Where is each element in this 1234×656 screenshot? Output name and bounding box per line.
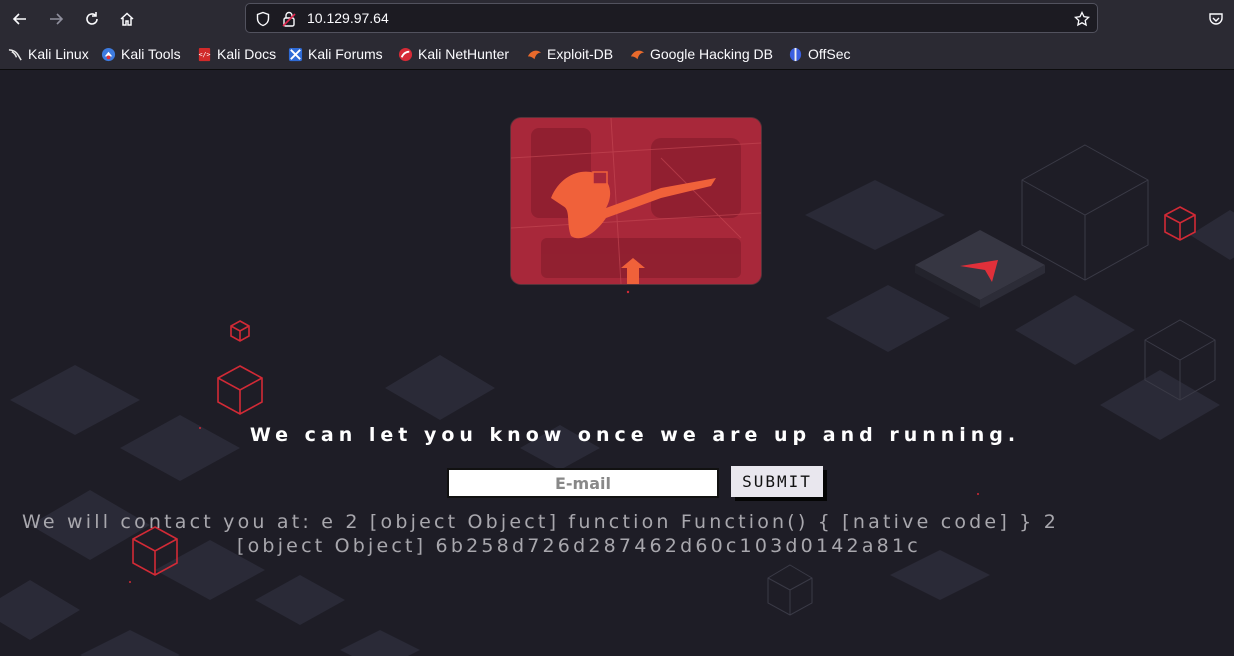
bookmark-kali-docs[interactable]: </> Kali Docs (197, 44, 277, 64)
tagline: We can let you know once we are up and r… (249, 424, 1021, 446)
bookmark-kali-forums[interactable]: Kali Forums (288, 44, 383, 64)
email-field[interactable] (447, 468, 719, 498)
bookmark-label: Exploit-DB (547, 46, 614, 62)
insecure-lock-icon[interactable] (280, 10, 298, 28)
submit-button[interactable]: SUBMIT (731, 466, 823, 497)
bookmark-label: Kali Linux (28, 46, 89, 62)
pocket-icon[interactable] (1204, 7, 1228, 31)
bookmarks-bar: Kali Linux Kali Tools </> Kali Docs Kali… (0, 38, 1234, 70)
bookmark-kali-linux[interactable]: Kali Linux (8, 44, 89, 64)
bookmark-kali-nethunter[interactable]: Kali NetHunter (398, 44, 509, 64)
page-viewport: We can let you know once we are up and r… (0, 70, 1234, 656)
browser-toolbar: 10.129.97.64 (0, 0, 1234, 38)
bookmark-offsec[interactable]: OffSec (788, 44, 851, 64)
contact-message: We will contact you at: e 2 [object Obje… (22, 510, 1234, 558)
contact-line-2: [object Object] 6b258d726d287462d60c103d… (237, 535, 921, 557)
bookmark-label: OffSec (808, 46, 851, 62)
home-icon[interactable] (115, 7, 139, 31)
svg-text:</>: </> (199, 50, 211, 58)
bookmark-label: Google Hacking DB (650, 46, 773, 62)
kali-dragon-icon (8, 48, 22, 61)
bookmark-label: Kali NetHunter (418, 46, 510, 62)
shield-icon[interactable] (254, 10, 272, 28)
bookmark-label: Kali Forums (308, 46, 383, 62)
forward-arrow-icon[interactable] (44, 7, 68, 31)
bookmark-star-icon[interactable] (1073, 10, 1091, 28)
contact-line-1: We will contact you at: e 2 [object Obje… (22, 511, 1059, 533)
url-text[interactable]: 10.129.97.64 (307, 10, 389, 26)
kali-nethunter-icon (398, 47, 413, 61)
hero-image (511, 118, 761, 284)
exploit-db-icon (527, 50, 542, 59)
bookmark-exploit-db[interactable]: Exploit-DB (527, 44, 613, 64)
reload-icon[interactable] (80, 7, 104, 31)
kali-docs-icon: </> (199, 47, 211, 61)
bookmark-kali-tools[interactable]: Kali Tools (101, 44, 181, 64)
google-hacking-db-icon (630, 50, 645, 59)
kali-forums-icon (288, 47, 303, 61)
bookmark-google-hacking-db[interactable]: Google Hacking DB (630, 44, 773, 64)
kali-tools-icon (101, 47, 116, 61)
bookmark-label: Kali Docs (217, 46, 277, 62)
offsec-icon (789, 47, 802, 61)
bookmark-label: Kali Tools (121, 46, 181, 62)
url-bar[interactable]: 10.129.97.64 (245, 3, 1098, 33)
back-arrow-icon[interactable] (8, 7, 32, 31)
